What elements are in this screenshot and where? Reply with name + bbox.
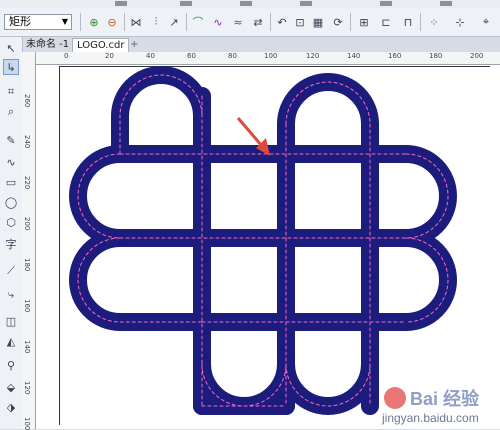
knot-outline[interactable] xyxy=(69,66,457,415)
knot-stroke[interactable] xyxy=(397,145,457,247)
watermark-brand: Bai 经验 xyxy=(410,389,480,409)
knot-logo[interactable] xyxy=(0,0,500,429)
paw-logo-icon xyxy=(384,387,406,409)
knot-stroke[interactable] xyxy=(277,355,379,415)
knot-stroke[interactable] xyxy=(69,229,211,331)
watermark-url: jingyan.baidu.com xyxy=(382,411,479,425)
baidu-watermark: Bai 经验 jingyan.baidu.com xyxy=(382,383,500,429)
knot-stroke[interactable] xyxy=(69,145,129,247)
arrow-shaft xyxy=(236,117,264,147)
knot-stroke[interactable] xyxy=(277,73,379,133)
knot-stroke[interactable] xyxy=(397,229,457,331)
knot-stroke[interactable] xyxy=(193,355,295,415)
